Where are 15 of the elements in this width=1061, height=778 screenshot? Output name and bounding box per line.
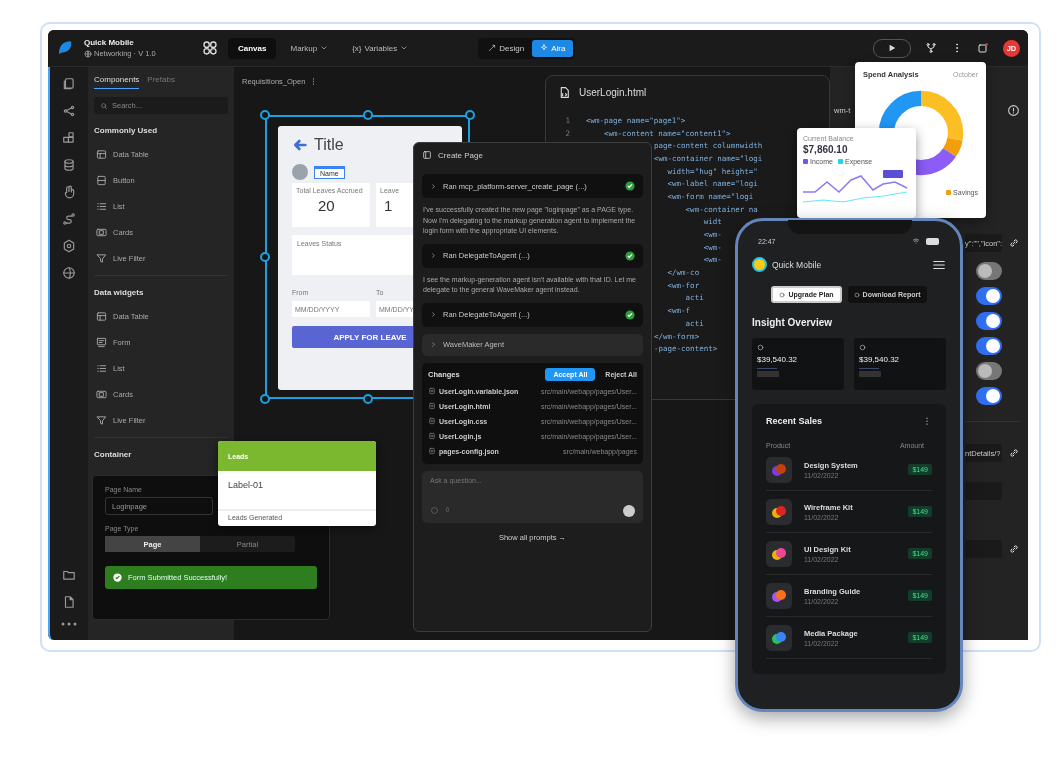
- stat-value: $39,540.32: [757, 355, 799, 364]
- card-label: Label-01: [227, 479, 265, 492]
- section-title: Commonly Used: [94, 126, 159, 135]
- balance-amount: $7,860.10: [803, 144, 849, 155]
- stat-value: 20: [318, 197, 335, 214]
- page-title: Title: [314, 136, 344, 154]
- card-title: Recent Sales: [766, 416, 823, 426]
- file-name: UserLogin.html: [579, 86, 647, 98]
- app-name: Quick Mobile: [772, 259, 822, 270]
- stat-value: $39,540.32: [859, 355, 901, 364]
- stat-value: 1: [384, 197, 393, 214]
- project-name: Quick Mobile: [84, 38, 135, 47]
- section-title: Insight Overview: [752, 317, 834, 328]
- section-title: Container: [94, 450, 133, 459]
- section-title: Data widgets: [94, 288, 145, 297]
